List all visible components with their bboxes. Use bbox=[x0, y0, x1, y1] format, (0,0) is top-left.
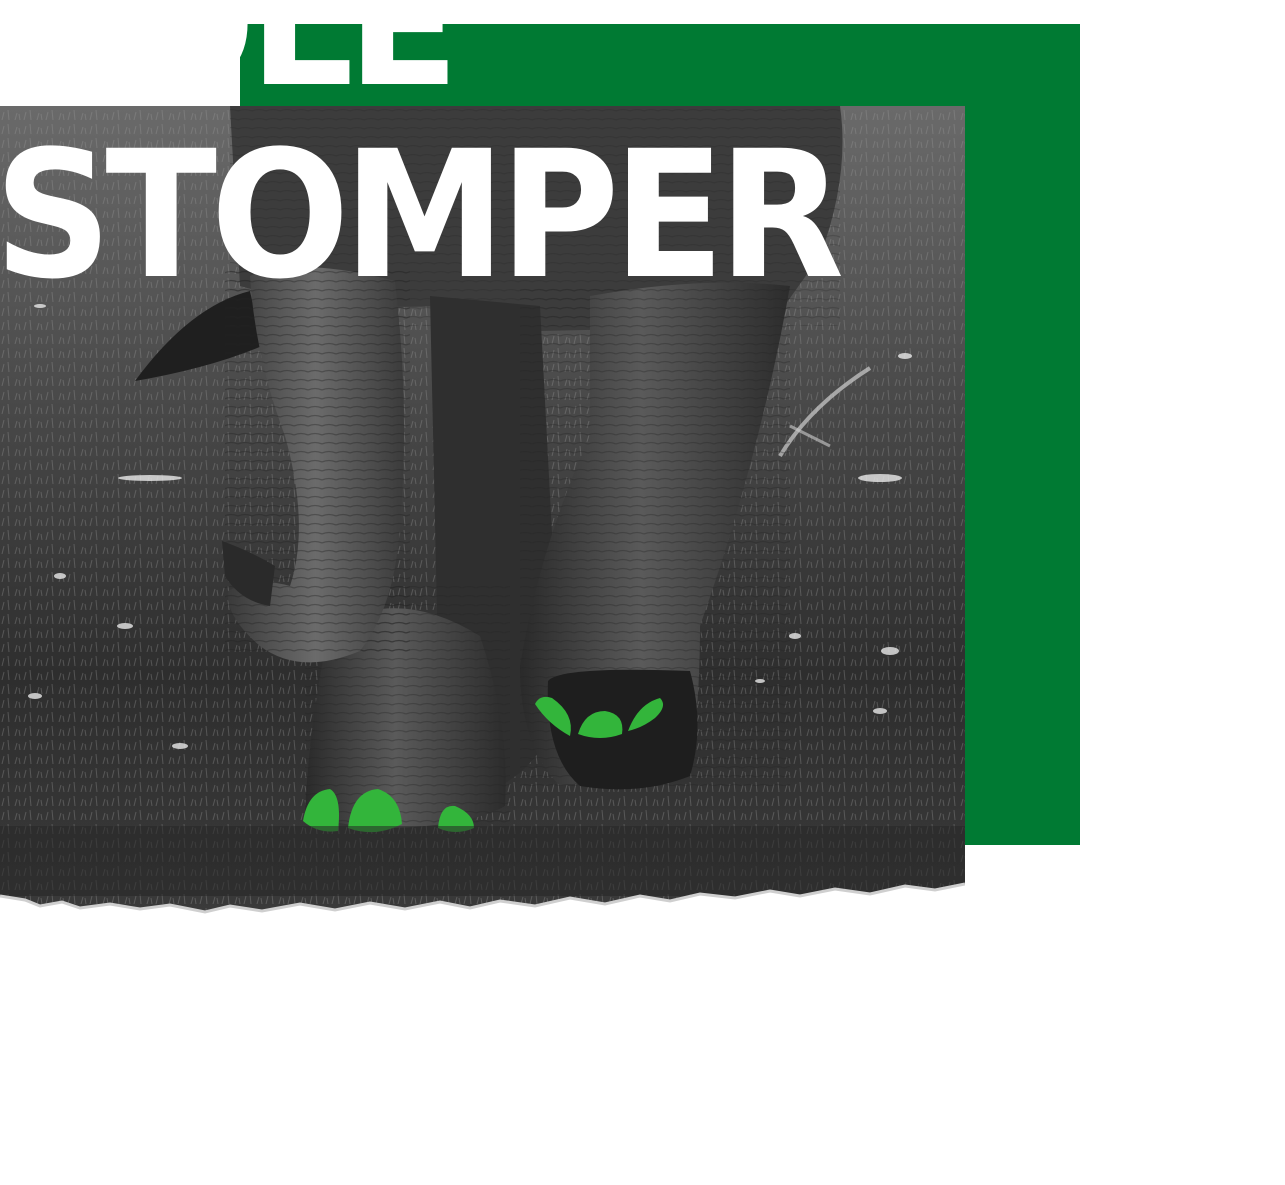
headline-line-1: ROLE bbox=[0, 0, 460, 124]
hero-stage: ROLE STOMPER bbox=[0, 0, 1285, 1185]
headline-line-2: STOMPER bbox=[0, 113, 844, 318]
